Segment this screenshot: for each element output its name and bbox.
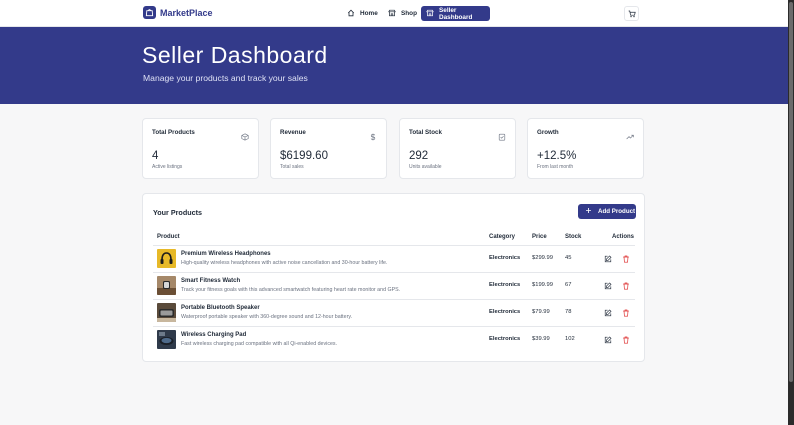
stat-value: $6199.60: [280, 150, 328, 162]
product-thumbnail: [157, 249, 176, 268]
clipboard-icon: [498, 128, 506, 141]
products-panel: Your Products Add Product Product Catego…: [142, 193, 645, 362]
product-category: Electronics: [489, 255, 521, 261]
edit-icon: [604, 331, 612, 349]
products-title: Your Products: [153, 208, 202, 217]
table-row: Premium Wireless Headphones High-quality…: [153, 245, 635, 272]
nav-home[interactable]: Home: [347, 6, 378, 21]
table-row: Smart Fitness Watch Track your fitness g…: [153, 272, 635, 299]
stat-card-revenue: Revenue $6199.60 Total sales: [270, 118, 387, 179]
stat-card-total-products: Total Products 4 Active listings: [142, 118, 259, 179]
trash-icon: [622, 277, 630, 295]
product-category: Electronics: [489, 282, 521, 288]
plus-icon: [585, 207, 592, 216]
cart-icon: [628, 5, 636, 23]
col-header-stock: Stock: [565, 234, 582, 240]
top-navbar: MarketPlace Home Shop Seller Dashboard: [0, 0, 788, 27]
page-title: Seller Dashboard: [142, 42, 328, 68]
stat-value: 292: [409, 150, 429, 162]
product-name: Wireless Charging Pad: [181, 332, 247, 338]
stat-value: +12.5%: [537, 150, 577, 162]
add-product-label: Add Product: [598, 208, 636, 215]
box-icon: [241, 128, 249, 141]
store-icon: [426, 9, 434, 19]
home-icon: [347, 9, 355, 19]
product-thumbnail: [157, 303, 176, 322]
edit-button[interactable]: [603, 281, 612, 290]
product-name: Premium Wireless Headphones: [181, 251, 271, 257]
product-description: High-quality wireless headphones with ac…: [181, 260, 388, 266]
edit-icon: [604, 250, 612, 268]
product-name: Portable Bluetooth Speaker: [181, 305, 260, 311]
table-row: Wireless Charging Pad Fast wireless char…: [153, 326, 635, 353]
product-thumbnail: [157, 276, 176, 295]
nav-home-label: Home: [360, 10, 378, 17]
edit-button[interactable]: [603, 308, 612, 317]
product-description: Track your fitness goals with this advan…: [181, 287, 401, 293]
product-description: Fast wireless charging pad compatible wi…: [181, 341, 338, 347]
col-header-price: Price: [532, 234, 547, 240]
delete-button[interactable]: [621, 254, 630, 263]
edit-icon: [604, 277, 612, 295]
product-category: Electronics: [489, 336, 521, 342]
trash-icon: [622, 331, 630, 349]
store-icon: [143, 6, 156, 19]
nav-seller-dashboard[interactable]: Seller Dashboard: [421, 6, 490, 21]
product-price: $299.99: [532, 255, 553, 261]
stat-note: Active listings: [152, 164, 183, 170]
product-stock: 78: [565, 309, 572, 315]
product-thumbnail: [157, 330, 176, 349]
stat-card-total-stock: Total Stock 292 Units available: [399, 118, 516, 179]
dollar-icon: [369, 128, 377, 141]
product-stock: 45: [565, 255, 572, 261]
edit-icon: [604, 304, 612, 322]
stat-card-growth: Growth +12.5% From last month: [527, 118, 644, 179]
product-price: $79.99: [532, 309, 550, 315]
nav-shop-label: Shop: [401, 10, 417, 17]
cart-button[interactable]: [624, 6, 639, 21]
edit-button[interactable]: [603, 335, 612, 344]
col-header-actions: Actions: [612, 234, 635, 240]
table-row: Portable Bluetooth Speaker Waterproof po…: [153, 299, 635, 326]
delete-button[interactable]: [621, 308, 630, 317]
stat-note: Units available: [409, 164, 442, 170]
product-stock: 102: [565, 336, 575, 342]
delete-button[interactable]: [621, 335, 630, 344]
stat-value: 4: [152, 150, 159, 162]
page-scrollbar[interactable]: [788, 0, 794, 425]
trending-up-icon: [626, 128, 634, 140]
product-price: $199.99: [532, 282, 553, 288]
store-icon: [388, 9, 396, 19]
brand-logo[interactable]: MarketPlace: [143, 6, 213, 19]
product-stock: 67: [565, 282, 572, 288]
stat-title: Total Stock: [409, 129, 442, 136]
trash-icon: [622, 304, 630, 322]
scrollbar-thumb[interactable]: [789, 2, 793, 382]
edit-button[interactable]: [603, 254, 612, 263]
nav-shop[interactable]: Shop: [388, 6, 417, 21]
page-subtitle: Manage your products and track your sale…: [143, 73, 308, 83]
stat-title: Revenue: [280, 129, 306, 136]
col-header-category: Category: [489, 234, 516, 240]
col-header-product: Product: [157, 234, 180, 240]
hero-banner: Seller Dashboard Manage your products an…: [0, 27, 788, 104]
stat-title: Total Products: [152, 129, 195, 136]
nav-seller-label: Seller Dashboard: [439, 6, 473, 21]
delete-button[interactable]: [621, 281, 630, 290]
brand-name: MarketPlace: [160, 7, 213, 18]
product-description: Waterproof portable speaker with 360-deg…: [181, 314, 353, 320]
product-name: Smart Fitness Watch: [181, 278, 241, 284]
stat-title: Growth: [537, 129, 559, 136]
add-product-button[interactable]: Add Product: [578, 204, 636, 219]
product-category: Electronics: [489, 309, 521, 315]
stat-note: Total sales: [280, 164, 304, 170]
product-price: $39.99: [532, 336, 550, 342]
trash-icon: [622, 250, 630, 268]
stat-note: From last month: [537, 164, 574, 170]
